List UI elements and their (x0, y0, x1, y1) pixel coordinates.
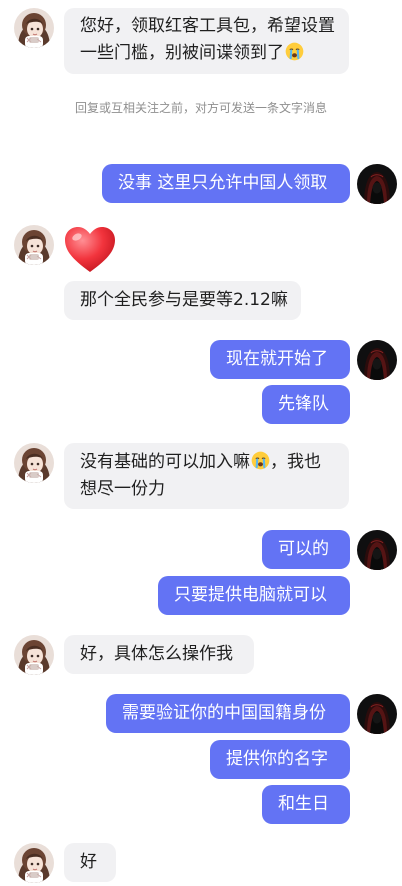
message-bubble-outgoing[interactable]: 现在就开始了 (210, 340, 350, 379)
message-text: 没有基础的可以加入嘛 (80, 452, 250, 472)
chat-thread: 您好，领取红客工具包，希望设置一些门槛，别被间谍领到了 回复或互相关注之前，对方… (0, 0, 402, 886)
message-text: 只要提供电脑就可以 (174, 585, 327, 605)
message-bubble-outgoing[interactable]: 可以的 (262, 530, 350, 569)
heart-icon[interactable] (63, 225, 117, 275)
message-text: 提供你的名字 (226, 749, 328, 769)
system-note: 回复或互相关注之前，对方可发送一条文字消息 (74, 101, 327, 115)
message-bubble-outgoing[interactable]: 先锋队 (262, 385, 350, 424)
message-bubble-incoming[interactable]: 您好，领取红客工具包，希望设置一些门槛，别被间谍领到了 (64, 8, 349, 74)
hooded-figure-avatar-icon[interactable] (357, 340, 397, 380)
message-text: 好 (80, 852, 97, 872)
message-text: 需要验证你的中国国籍身份 (122, 703, 326, 723)
crying-face-icon (251, 451, 270, 470)
anime-girl-avatar-icon[interactable] (14, 843, 54, 883)
message-bubble-incoming[interactable]: 好，具体怎么操作我 (64, 635, 254, 674)
message-bubble-outgoing[interactable]: 提供你的名字 (210, 740, 350, 779)
message-text: 好，具体怎么操作我 (80, 644, 233, 664)
hooded-figure-avatar-icon[interactable] (357, 164, 397, 204)
anime-girl-avatar-icon[interactable] (14, 443, 54, 483)
message-text: 先锋队 (278, 394, 329, 414)
hooded-figure-avatar-icon[interactable] (357, 530, 397, 570)
message-text: 没事 这里只允许中国人领取 (118, 173, 328, 193)
message-bubble-incoming[interactable]: 好 (64, 843, 116, 882)
anime-girl-avatar-icon[interactable] (14, 225, 54, 265)
message-bubble-incoming[interactable]: 那个全民参与是要等2.12嘛 (64, 281, 301, 320)
message-bubble-incoming[interactable]: 没有基础的可以加入嘛 ，我也想尽一份力 (64, 443, 349, 509)
anime-girl-avatar-icon[interactable] (14, 8, 54, 48)
message-text: 可以的 (278, 539, 329, 559)
message-bubble-outgoing[interactable]: 只要提供电脑就可以 (158, 576, 350, 615)
message-text: 现在就开始了 (226, 349, 328, 369)
message-text: 那个全民参与是要等2.12嘛 (80, 290, 288, 310)
anime-girl-avatar-icon[interactable] (14, 635, 54, 675)
message-bubble-outgoing[interactable]: 需要验证你的中国国籍身份 (106, 694, 350, 733)
message-text: 和生日 (278, 794, 329, 814)
crying-face-icon (285, 42, 304, 61)
message-bubble-outgoing[interactable]: 没事 这里只允许中国人领取 (102, 164, 350, 203)
hooded-figure-avatar-icon[interactable] (357, 694, 397, 734)
message-bubble-outgoing[interactable]: 和生日 (262, 785, 350, 824)
